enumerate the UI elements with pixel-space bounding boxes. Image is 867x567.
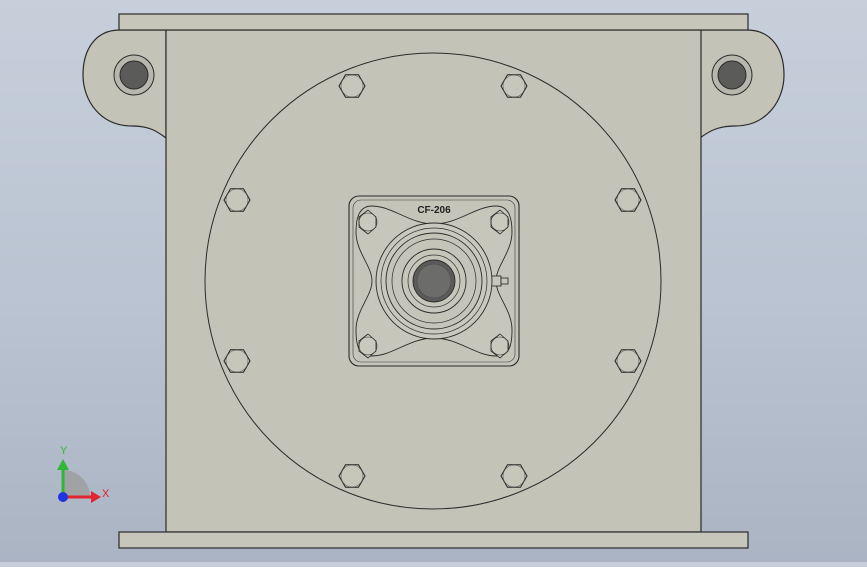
triad-plane bbox=[63, 470, 90, 497]
top-flange[interactable] bbox=[118, 13, 749, 31]
right-ear-hole bbox=[717, 60, 747, 90]
bottom-flange[interactable] bbox=[118, 531, 749, 549]
y-axis-arrowhead bbox=[57, 459, 69, 470]
coordinate-triad[interactable]: Y X bbox=[57, 445, 110, 503]
left-mounting-ear bbox=[82, 29, 167, 140]
flange-bearing-unit[interactable]: CF-206 bbox=[348, 195, 520, 367]
cad-viewport[interactable]: CF-206 Y X bbox=[0, 0, 867, 562]
left-ear-hole bbox=[119, 60, 149, 90]
right-mounting-ear bbox=[699, 29, 785, 140]
z-axis-dot bbox=[58, 492, 68, 502]
bearing-model-label: CF-206 bbox=[417, 205, 451, 216]
y-axis-label: Y bbox=[60, 445, 68, 457]
x-axis-label: X bbox=[102, 488, 110, 500]
x-axis-arrowhead bbox=[91, 491, 101, 503]
